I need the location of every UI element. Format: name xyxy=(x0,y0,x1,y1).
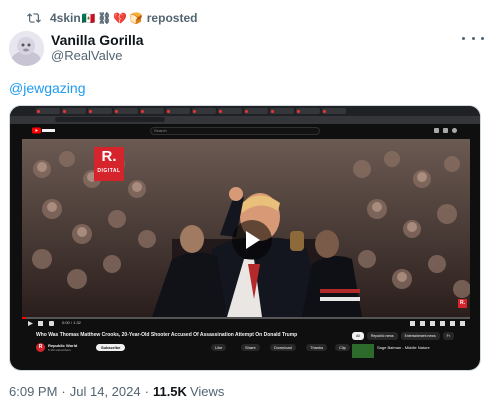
video-title: Who Was Thomas Matthew Crooks, 20-Year-O… xyxy=(36,332,298,338)
youtube-header: Search xyxy=(10,124,480,138)
republic-digital-watermark: R. DIGITAL xyxy=(94,147,124,181)
avatar[interactable] xyxy=(9,31,44,66)
volume-icon[interactable] xyxy=(49,321,54,326)
browser-tab xyxy=(62,108,86,114)
browser-tab xyxy=(114,108,138,114)
video-timecode: 0:00 / 1:32 xyxy=(62,320,81,325)
thanks-button: Thanks xyxy=(306,344,328,351)
share-button: Share xyxy=(241,344,260,351)
browser-tab xyxy=(322,108,346,114)
chip-fr: Fr xyxy=(442,332,454,340)
dot-icon xyxy=(471,36,475,40)
watermark-sub-text: DIGITAL xyxy=(97,168,121,174)
browser-tab xyxy=(36,108,60,114)
account-icon xyxy=(452,128,457,133)
reposter-name[interactable]: 4skin xyxy=(50,11,81,25)
browser-tab xyxy=(192,108,216,114)
recommended-video: Sage Batman - Middle Nature xyxy=(352,344,470,364)
chain-emoji: ⛓ xyxy=(97,12,112,25)
recommended-video-title: Sage Batman - Middle Nature xyxy=(377,345,430,350)
dot-icon xyxy=(481,36,484,40)
corner-logo-icon: R. xyxy=(458,299,467,308)
repost-icon xyxy=(27,13,41,23)
post-metadata: 6:09 PM · Jul 14, 2024 · 11.5K Views xyxy=(9,384,224,399)
youtube-header-icons xyxy=(434,128,470,134)
browser-tab xyxy=(218,108,242,114)
browser-tab xyxy=(244,108,268,114)
notifications-icon xyxy=(443,128,448,133)
channel-row: R Republic World 5.1M subscribers Subscr… xyxy=(36,343,356,355)
subscribe-button: Subscribe xyxy=(96,344,126,351)
author-name[interactable]: Vanilla Gorilla xyxy=(51,32,144,48)
views-label: Views xyxy=(189,384,225,399)
watermark-logo-text: R. xyxy=(101,148,117,165)
more-options-button[interactable] xyxy=(462,30,484,46)
chip-all: All xyxy=(352,332,364,340)
next-icon[interactable] xyxy=(38,321,43,326)
cast-icon[interactable] xyxy=(450,321,455,326)
browser-tab xyxy=(140,108,164,114)
youtube-search-input: Search xyxy=(150,127,320,135)
repost-indicator: 4skin 🇲🇽 ⛓ 💔 🍞 reposted xyxy=(26,10,197,26)
channel-avatar: R xyxy=(36,343,45,352)
create-icon xyxy=(434,128,439,133)
browser-address-bar xyxy=(10,116,480,124)
download-button: Download xyxy=(270,344,296,351)
browser-tab-strip xyxy=(10,106,480,116)
chip-entertainment-news: Entertainment news xyxy=(400,332,440,340)
video-controls-bar: 0:00 / 1:32 xyxy=(22,319,470,329)
like-button: Like xyxy=(211,344,227,351)
post-time[interactable]: 6:09 PM xyxy=(9,384,57,399)
channel-subscriber-count: 5.1M subscribers xyxy=(48,348,71,352)
clip-button: Clip xyxy=(335,344,350,351)
views-count: 11.5K xyxy=(152,384,187,399)
recommendation-chips: All Republic news Entertainment news Fr xyxy=(352,332,454,341)
separator-dot: · xyxy=(144,384,149,399)
avatar-image xyxy=(9,31,44,66)
post-date[interactable]: Jul 14, 2024 xyxy=(70,384,141,399)
fullscreen-icon[interactable] xyxy=(460,321,465,326)
dot-icon xyxy=(462,36,465,40)
author-handle[interactable]: @RealValve xyxy=(51,48,123,63)
repost-label: reposted xyxy=(146,11,198,25)
post-media[interactable]: Search R. DIGITAL R. 0:00 / 1:32 Who Was… xyxy=(9,105,481,371)
broken-heart-emoji: 💔 xyxy=(113,12,128,25)
bread-emoji: 🍞 xyxy=(129,12,143,25)
browser-tab xyxy=(166,108,190,114)
separator-dot: · xyxy=(61,384,66,399)
play-button[interactable] xyxy=(232,220,272,260)
miniplayer-icon[interactable] xyxy=(430,321,435,326)
control-play-icon[interactable] xyxy=(28,321,33,326)
post-text-mention[interactable]: @jewgazing xyxy=(9,80,85,96)
theater-icon[interactable] xyxy=(440,321,445,326)
browser-tab xyxy=(270,108,294,114)
youtube-logo-icon xyxy=(32,127,55,134)
browser-tab xyxy=(296,108,320,114)
chip-republic-news: Republic news xyxy=(366,332,398,340)
play-icon xyxy=(246,231,260,249)
recommended-video-thumbnail xyxy=(352,344,374,358)
browser-tab xyxy=(88,108,112,114)
settings-icon[interactable] xyxy=(420,321,425,326)
captions-icon[interactable] xyxy=(410,321,415,326)
flag-emoji: 🇲🇽 xyxy=(81,12,96,25)
